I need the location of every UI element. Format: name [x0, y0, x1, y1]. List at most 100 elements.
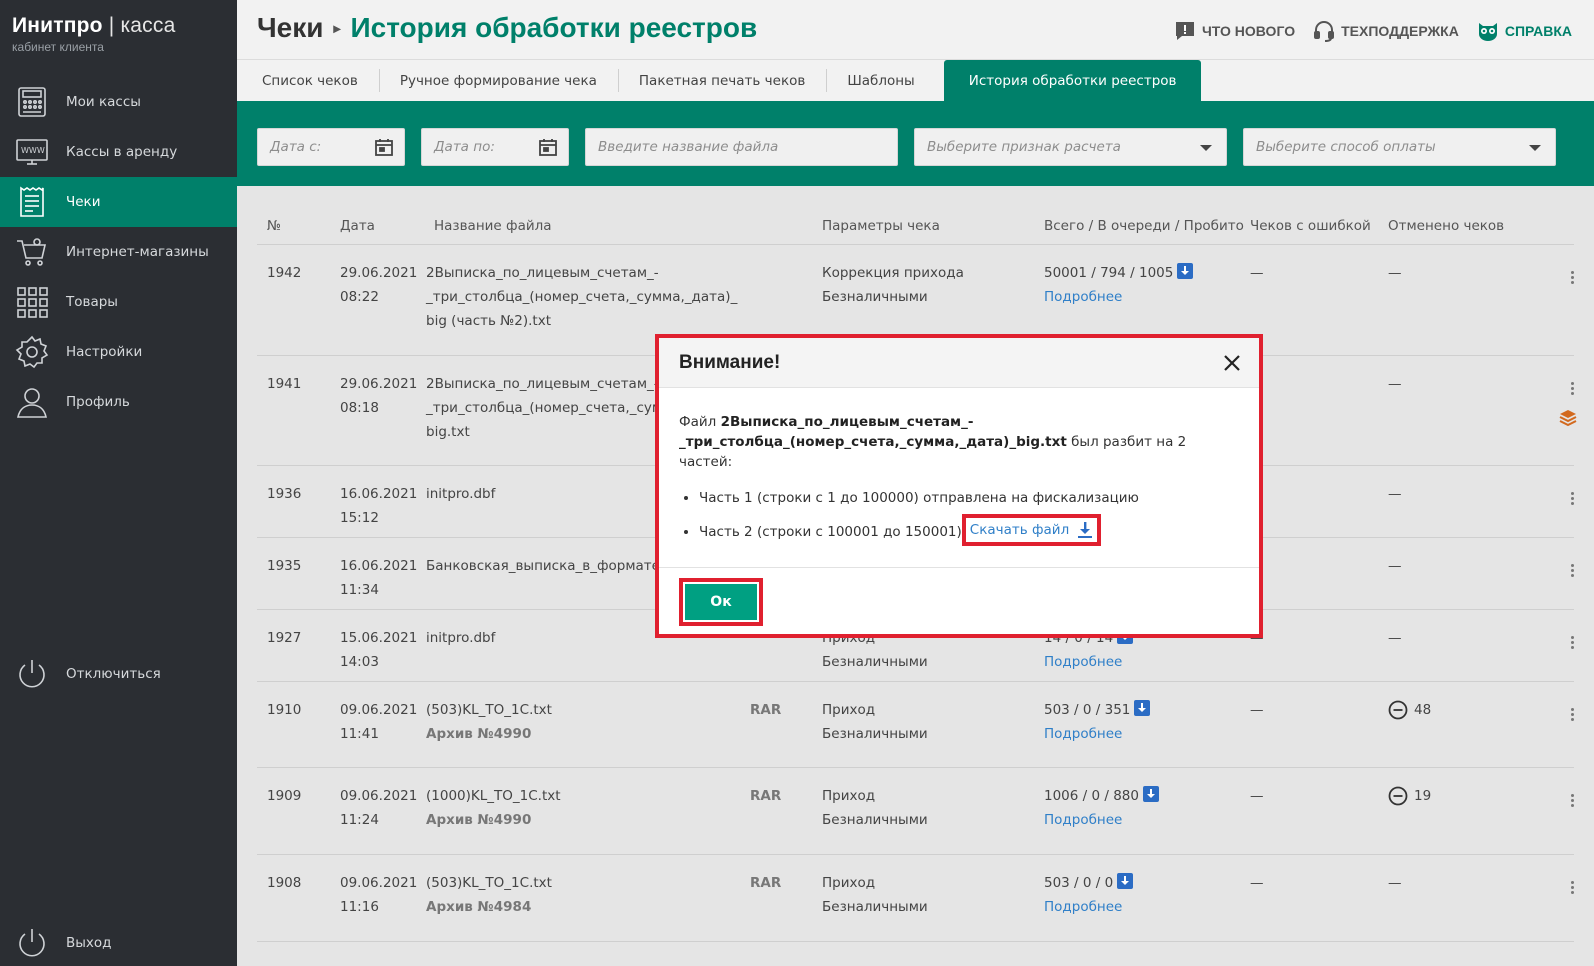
brand-subtitle: кабинет клиента	[12, 40, 104, 54]
minus-circle-icon	[1388, 700, 1408, 720]
row-cancelled-count: 48	[1414, 702, 1432, 718]
row-menu-icon[interactable]	[1571, 881, 1575, 896]
table-row[interactable]: 1910 09.06.2021 11:41 (503)KL_TO_1C.txt Ар…	[257, 682, 1574, 768]
tab-receipt-list[interactable]: Список чеков	[241, 60, 379, 101]
modal-part-2: Часть 2 (строки с 100001 до 150001) Скача…	[699, 514, 1239, 548]
support-button[interactable]: Техподдержка	[1313, 20, 1459, 42]
modal-part-2-text: Часть 2 (строки с 100001 до 150001)	[699, 524, 962, 540]
cash-register-icon	[14, 84, 50, 120]
calc-sign-select[interactable]: Выберите признак расчета	[914, 128, 1227, 166]
owl-icon	[1478, 23, 1497, 41]
calc-sign-placeholder: Выберите признак расчета	[927, 139, 1121, 155]
row-menu-icon[interactable]	[1571, 636, 1575, 651]
modal-parts-list: Часть 1 (строки с 1 до 100000) отправлен…	[679, 488, 1239, 548]
whats-new-button[interactable]: Что нового	[1174, 20, 1295, 42]
row-file-line: (503)KL_TO_1C.txt	[426, 875, 552, 891]
tab-registry-history[interactable]: История обработки реестров	[943, 60, 1202, 101]
close-icon[interactable]	[1221, 352, 1243, 374]
tab-manual-receipt[interactable]: Ручное формирование чека	[378, 60, 618, 101]
row-file: initpro.dbf	[426, 486, 496, 502]
row-date: 09.06.2021 11:41	[340, 698, 417, 746]
row-menu-icon[interactable]	[1571, 382, 1575, 397]
column-header-totals: Всего / В очереди / Пробито	[1044, 218, 1244, 234]
details-link[interactable]: Подробнее	[1044, 654, 1122, 670]
details-link[interactable]: Подробнее	[1044, 899, 1122, 915]
row-param-payment: Безналичными	[822, 654, 928, 670]
row-num: 1927	[267, 630, 302, 646]
row-errors: —	[1250, 875, 1264, 891]
date-from-input[interactable]: Дата с:	[257, 128, 405, 166]
row-time-value: 08:18	[340, 400, 379, 416]
download-file-label[interactable]: Скачать файл	[970, 520, 1069, 540]
sidebar: Инитпро | касса кабинет клиента Мои касс…	[0, 0, 237, 966]
row-date: 16.06.2021 11:34	[340, 554, 417, 602]
row-file-line: (503)KL_TO_1C.txt	[426, 702, 552, 718]
row-rar-badge: RAR	[750, 875, 782, 891]
row-menu-icon[interactable]	[1571, 794, 1575, 809]
modal-highlight-frame: Внимание! Файл 2Выписка_по_лицевым_счета…	[655, 334, 1263, 638]
table-row[interactable]: 1909 09.06.2021 11:24 (1000)KL_TO_1C.txt А…	[257, 768, 1574, 855]
minus-circle-icon	[1388, 786, 1408, 806]
file-name-input[interactable]: Введите название файла	[585, 128, 898, 166]
sidebar-item-goods[interactable]: Товары	[0, 277, 237, 327]
sidebar-item-profile[interactable]: Профиль	[0, 377, 237, 427]
row-menu-icon[interactable]	[1571, 708, 1575, 723]
row-menu-icon[interactable]	[1571, 492, 1575, 507]
details-link[interactable]: Подробнее	[1044, 726, 1122, 742]
sidebar-item-settings[interactable]: Настройки	[0, 327, 237, 377]
payment-method-select[interactable]: Выберите способ оплаты	[1243, 128, 1556, 166]
row-params: Приход Безналичными	[822, 784, 928, 832]
row-num: 1935	[267, 558, 302, 574]
calendar-icon[interactable]	[538, 137, 558, 157]
row-num: 1910	[267, 702, 302, 718]
disconnect-button[interactable]: Отключиться	[0, 649, 237, 699]
ok-button[interactable]: Ок	[685, 584, 757, 620]
row-menu-icon[interactable]	[1571, 564, 1575, 579]
download-icon[interactable]	[1077, 521, 1093, 539]
date-to-input[interactable]: Дата по:	[421, 128, 569, 166]
logout-label: Выход	[66, 935, 112, 951]
table-header: № Дата Название файла Параметры чека Все…	[257, 206, 1574, 245]
row-menu-icon[interactable]	[1571, 271, 1575, 286]
download-icon[interactable]	[1117, 873, 1134, 889]
row-totals: 50001 / 794 / 1005 Подробнее	[1044, 261, 1194, 309]
sidebar-item-my-cashboxes[interactable]: Мои кассы	[0, 77, 237, 127]
row-cancelled: 19	[1388, 784, 1431, 808]
sidebar-item-label: Интернет-магазины	[66, 244, 209, 260]
brand-name: Инитпро	[12, 14, 103, 37]
header-actions: Что нового Техподдержка Справка	[1174, 20, 1572, 42]
download-icon[interactable]	[1134, 700, 1151, 716]
row-date-value: 29.06.2021	[340, 376, 418, 392]
row-date-value: 09.06.2021	[340, 788, 418, 804]
disconnect-block: Отключиться	[0, 649, 237, 699]
date-to-placeholder: Дата по:	[434, 139, 495, 155]
help-button[interactable]: Справка	[1477, 20, 1572, 42]
row-rar-badge: RAR	[750, 702, 782, 718]
table-row[interactable]: 1908 09.06.2021 11:16 (503)KL_TO_1C.txt Ар…	[257, 855, 1574, 942]
attention-modal: Внимание! Файл 2Выписка_по_лицевым_счета…	[659, 338, 1259, 634]
svg-text:WWW: WWW	[21, 146, 45, 155]
modal-text-prefix: Файл	[679, 414, 717, 430]
download-file-link[interactable]: Скачать файл	[961, 514, 1102, 546]
row-file-line: _три_столбца_(номер_счета,_сумма,_дата)_	[426, 289, 738, 305]
calendar-icon[interactable]	[374, 137, 394, 157]
breadcrumb-root[interactable]: Чеки	[257, 12, 323, 44]
details-link[interactable]: Подробнее	[1044, 812, 1122, 828]
row-param-payment: Безналичными	[822, 726, 928, 742]
tab-templates[interactable]: Шаблоны	[826, 60, 935, 101]
download-icon[interactable]	[1142, 786, 1159, 802]
row-param-payment: Безналичными	[822, 899, 928, 915]
row-errors: —	[1250, 788, 1264, 804]
row-time-value: 11:16	[340, 899, 379, 915]
download-icon[interactable]	[1177, 263, 1194, 279]
brand[interactable]: Инитпро | касса кабинет клиента	[12, 14, 175, 54]
logout-button[interactable]: Выход	[0, 918, 237, 966]
layers-icon[interactable]	[1558, 408, 1578, 428]
sidebar-item-online-stores[interactable]: Интернет-магазины	[0, 227, 237, 277]
sidebar-item-rent-cashboxes[interactable]: WWW Кассы в аренду	[0, 127, 237, 177]
details-link[interactable]: Подробнее	[1044, 289, 1122, 305]
row-time-value: 11:34	[340, 582, 379, 598]
headset-icon	[1314, 21, 1335, 42]
tab-batch-print[interactable]: Пакетная печать чеков	[617, 60, 826, 101]
sidebar-item-receipts[interactable]: Чеки	[0, 177, 237, 227]
